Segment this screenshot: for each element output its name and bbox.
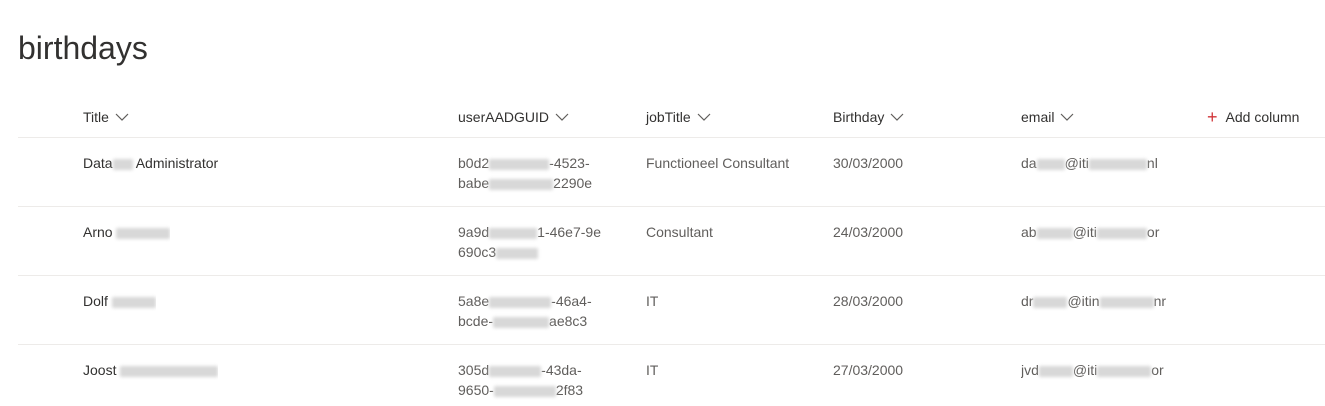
- cell-jobtitle: Consultant: [646, 224, 713, 240]
- column-header-label: jobTitle: [646, 108, 691, 125]
- cell-title[interactable]: Data Administrator: [83, 153, 218, 173]
- column-header-title[interactable]: Title: [83, 96, 129, 137]
- column-header-label: Title: [83, 108, 109, 125]
- cell-title[interactable]: Dolf: [83, 291, 156, 311]
- cell-useraadguid: 5a8e -46a4- bcde-ae8c3: [458, 293, 592, 329]
- table-row[interactable]: Dolf 5a8e -46a4- bcde-ae8c3 IT 28/03/2000…: [18, 276, 1325, 345]
- column-header-birthday[interactable]: Birthday: [833, 96, 904, 137]
- column-header-jobtitle[interactable]: jobTitle: [646, 96, 711, 137]
- cell-useraadguid: 305d -43da- 9650- 2f83: [458, 362, 584, 398]
- chevron-down-icon: [555, 112, 569, 122]
- chevron-down-icon: [890, 112, 904, 122]
- table-row[interactable]: Arno 9a9d 1-46e7-9e 690c3 Consultant 24/0…: [18, 207, 1325, 276]
- cell-jobtitle: IT: [646, 362, 659, 378]
- column-header-row: Title userAADGUID jobTitle Birthday emai…: [18, 96, 1325, 138]
- add-column-label: Add column: [1225, 108, 1300, 125]
- cell-email: ab @iti or: [1021, 224, 1160, 240]
- column-header-label: email: [1021, 108, 1055, 125]
- add-column-button[interactable]: + Add column: [1207, 96, 1299, 137]
- cell-useraadguid: b0d2 -4523- babe 2290e: [458, 155, 593, 191]
- cell-title[interactable]: Joost: [83, 360, 219, 380]
- column-header-email[interactable]: email: [1021, 96, 1074, 137]
- table-row[interactable]: Joost 305d -43da- 9650- 2f83 IT 27/03/2000…: [18, 345, 1325, 406]
- column-header-useraadguid[interactable]: userAADGUID: [458, 96, 569, 137]
- column-header-label: userAADGUID: [458, 108, 550, 125]
- page-title: birthdays: [18, 30, 148, 66]
- cell-birthday: 30/03/2000: [833, 155, 904, 171]
- cell-jobtitle: Functioneel Consultant: [646, 155, 790, 171]
- cell-jobtitle: IT: [646, 293, 659, 309]
- cell-birthday: 24/03/2000: [833, 224, 904, 240]
- list-page: birthdays Title userAADGUID jobTitle Bir…: [0, 0, 1325, 406]
- cell-useraadguid: 9a9d 1-46e7-9e 690c3: [458, 224, 601, 260]
- cell-email: dr @itin nr: [1021, 293, 1167, 309]
- cell-birthday: 28/03/2000: [833, 293, 904, 309]
- column-header-label: Birthday: [833, 108, 885, 125]
- chevron-down-icon: [697, 112, 711, 122]
- cell-email: jvd @iti or: [1021, 362, 1164, 378]
- cell-title[interactable]: Arno: [83, 222, 171, 242]
- plus-icon: +: [1207, 106, 1218, 127]
- chevron-down-icon: [115, 112, 129, 122]
- list-rows: Data Administrator b0d2 -4523- babe 2290e …: [18, 138, 1325, 406]
- cell-email: da @iti nl: [1021, 155, 1158, 171]
- table-row[interactable]: Data Administrator b0d2 -4523- babe 2290e …: [18, 138, 1325, 207]
- chevron-down-icon: [1060, 112, 1074, 122]
- cell-birthday: 27/03/2000: [833, 362, 904, 378]
